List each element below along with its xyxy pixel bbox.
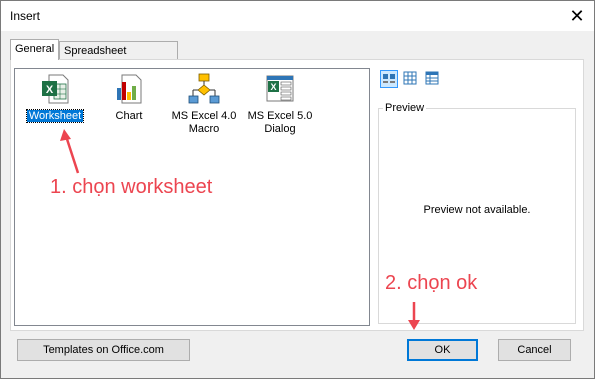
details-view-button[interactable] bbox=[424, 70, 442, 88]
annotation-step-1: 1. chọn worksheet bbox=[50, 176, 213, 198]
close-icon[interactable]: ✕ bbox=[564, 3, 590, 29]
dialog-title: Insert bbox=[10, 9, 41, 23]
tab-spreadsheet-solutions[interactable]: Spreadsheet Solutions bbox=[59, 41, 178, 75]
dialog-label: MS Excel 5.0 Dialog bbox=[247, 110, 313, 135]
templates-on-office-button[interactable]: Templates on Office.com bbox=[17, 339, 190, 361]
preview-message: Preview not available. bbox=[423, 204, 531, 216]
ok-button[interactable]: OK bbox=[407, 339, 478, 361]
list-item-worksheet[interactable]: X Worksheet bbox=[24, 73, 86, 125]
tab-general[interactable]: General bbox=[10, 39, 59, 60]
details-view-icon bbox=[425, 71, 439, 85]
chart-icon bbox=[117, 74, 142, 104]
list-item-chart[interactable]: Chart bbox=[98, 73, 160, 125]
list-view-icon bbox=[403, 71, 417, 85]
large-icons-view-button[interactable] bbox=[380, 70, 398, 88]
chart-label: Chart bbox=[115, 110, 143, 122]
large-icons-view-icon bbox=[383, 74, 395, 83]
svg-text:X: X bbox=[46, 84, 54, 96]
worksheet-label: Worksheet bbox=[25, 109, 85, 123]
title-bar: Insert ✕ bbox=[1, 1, 594, 31]
cancel-button[interactable]: Cancel bbox=[498, 339, 571, 361]
svg-text:X: X bbox=[270, 82, 276, 92]
macro-label: MS Excel 4.0 Macro bbox=[171, 110, 237, 135]
preview-title: Preview bbox=[383, 102, 427, 114]
dialog-icon: X bbox=[266, 75, 294, 102]
macro-icon bbox=[188, 73, 220, 104]
list-item-excel-5-dialog[interactable]: X MS Excel 5.0 Dialog bbox=[242, 73, 318, 137]
annotation-step-2: 2. chọn ok bbox=[385, 272, 478, 294]
worksheet-icon: X bbox=[42, 74, 69, 104]
list-item-excel-4-macro[interactable]: MS Excel 4.0 Macro bbox=[168, 73, 240, 137]
list-view-button[interactable] bbox=[402, 70, 420, 88]
